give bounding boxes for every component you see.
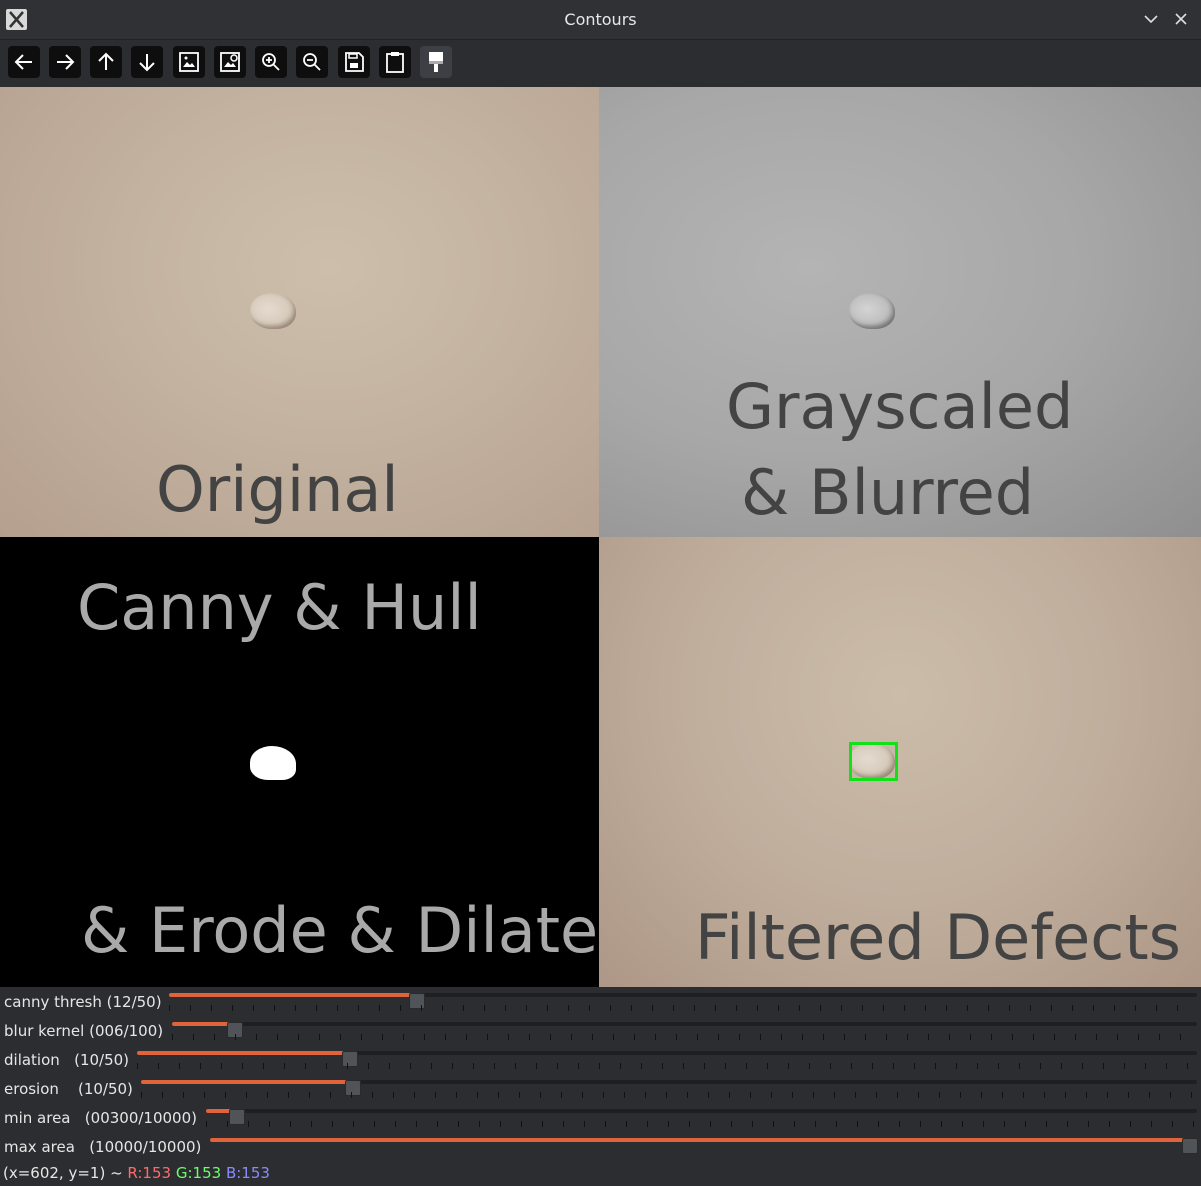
save-button[interactable] <box>338 46 370 78</box>
label-canny-hull: Canny & Hull <box>77 571 482 644</box>
toolbar <box>0 40 1201 86</box>
trackbar-groove[interactable] <box>141 1080 1197 1096</box>
status-coords: (x=602, y=1) ~ <box>3 1164 128 1182</box>
pan-right-button[interactable] <box>49 46 81 78</box>
trackbar-fill <box>137 1051 349 1055</box>
panel-canny: Canny & Hull & Erode & Dilate <box>0 537 599 987</box>
trackbar-min-area: min area (00300/10000) <box>0 1103 1201 1132</box>
trackbar-ticks <box>169 1005 1197 1011</box>
pan-down-icon <box>139 54 155 72</box>
trackbar-ticks <box>137 1063 1197 1069</box>
properties-brush-icon <box>429 52 443 72</box>
trackbar-groove[interactable] <box>169 993 1197 1009</box>
zoom-in-button[interactable] <box>255 46 287 78</box>
wall-dent <box>250 293 296 329</box>
trackbar-panel: canny thresh (12/50) blur kernel (006/10… <box>0 987 1201 1161</box>
trackbar-fill <box>169 993 416 997</box>
image-canvas[interactable]: Original Grayscaled & Blurred Canny & Hu… <box>0 87 1201 987</box>
hull-blob <box>250 746 296 780</box>
trackbar-canny-thresh: canny thresh (12/50) <box>0 987 1201 1016</box>
trackbar-handle[interactable] <box>1182 1138 1198 1154</box>
trackbar-ticks <box>141 1092 1197 1098</box>
window-title: Contours <box>564 10 637 29</box>
label-grayscaled: Grayscaled <box>726 370 1074 443</box>
zoom-original-icon <box>220 52 240 72</box>
zoom-in-icon <box>262 53 280 71</box>
trackbar-max-area: max area (10000/10000) <box>0 1132 1201 1161</box>
status-readout: (x=602, y=1) ~ R:153 G:153 B:153 <box>3 1164 270 1182</box>
status-green-value: G:153 <box>175 1164 222 1182</box>
label-filtered-defects: Filtered Defects <box>695 901 1181 974</box>
zoom-out-icon <box>303 53 321 71</box>
trackbar-label: erosion (10/50) <box>4 1080 133 1098</box>
status-bar: (x=602, y=1) ~ R:153 G:153 B:153 <box>0 1161 1201 1186</box>
trackbar-blur-kernel: blur kernel (006/100) <box>0 1016 1201 1045</box>
pan-up-button[interactable] <box>90 46 122 78</box>
zoom-out-button[interactable] <box>296 46 328 78</box>
label-erode-dilate: & Erode & Dilate <box>81 894 599 967</box>
panel-filtered: Filtered Defects <box>599 537 1201 987</box>
trackbar-groove[interactable] <box>210 1138 1198 1154</box>
trackbar-groove[interactable] <box>206 1109 1197 1125</box>
pan-down-button[interactable] <box>131 46 163 78</box>
title-bar: Contours <box>0 0 1201 40</box>
copy-to-clipboard-button[interactable] <box>379 46 411 78</box>
zoom-to-fit-icon <box>179 52 199 72</box>
trackbar-dilation: dilation (10/50) <box>0 1045 1201 1074</box>
save-icon <box>345 52 364 72</box>
trackbar-fill <box>172 1022 234 1026</box>
trackbar-label: min area (00300/10000) <box>4 1109 198 1127</box>
copy-to-clipboard-icon <box>386 52 404 73</box>
trackbar-groove[interactable] <box>172 1022 1197 1038</box>
status-red-value: R:153 <box>127 1164 172 1182</box>
trackbar-ticks <box>206 1121 1197 1127</box>
trackbar-label: max area (10000/10000) <box>4 1138 202 1156</box>
trackbar-groove[interactable] <box>137 1051 1197 1067</box>
trackbar-label: dilation (10/50) <box>4 1051 130 1069</box>
wall-dent <box>849 293 895 329</box>
pan-left-icon <box>14 54 32 70</box>
trackbar-ticks <box>172 1034 1197 1040</box>
close-icon[interactable] <box>1171 9 1191 29</box>
panel-grayscaled: Grayscaled & Blurred <box>599 87 1201 537</box>
pan-left-button[interactable] <box>8 46 40 78</box>
defect-bounding-box <box>849 742 898 781</box>
label-blurred: & Blurred <box>741 456 1035 529</box>
trackbar-label: canny thresh (12/50) <box>4 993 162 1011</box>
status-blue-value: B:153 <box>225 1164 270 1182</box>
trackbar-fill <box>141 1080 353 1084</box>
pan-right-icon <box>57 54 75 70</box>
trackbar-label: blur kernel (006/100) <box>4 1022 164 1040</box>
pan-up-icon <box>98 52 114 70</box>
label-original: Original <box>156 453 399 526</box>
trackbar-erosion: erosion (10/50) <box>0 1074 1201 1103</box>
zoom-original-button[interactable] <box>214 46 246 78</box>
trackbar-fill <box>210 1138 1189 1142</box>
minimize-chevron-icon[interactable] <box>1141 9 1161 29</box>
panel-original: Original <box>0 87 599 537</box>
properties-button[interactable] <box>420 46 452 78</box>
zoom-to-fit-button[interactable] <box>173 46 205 78</box>
